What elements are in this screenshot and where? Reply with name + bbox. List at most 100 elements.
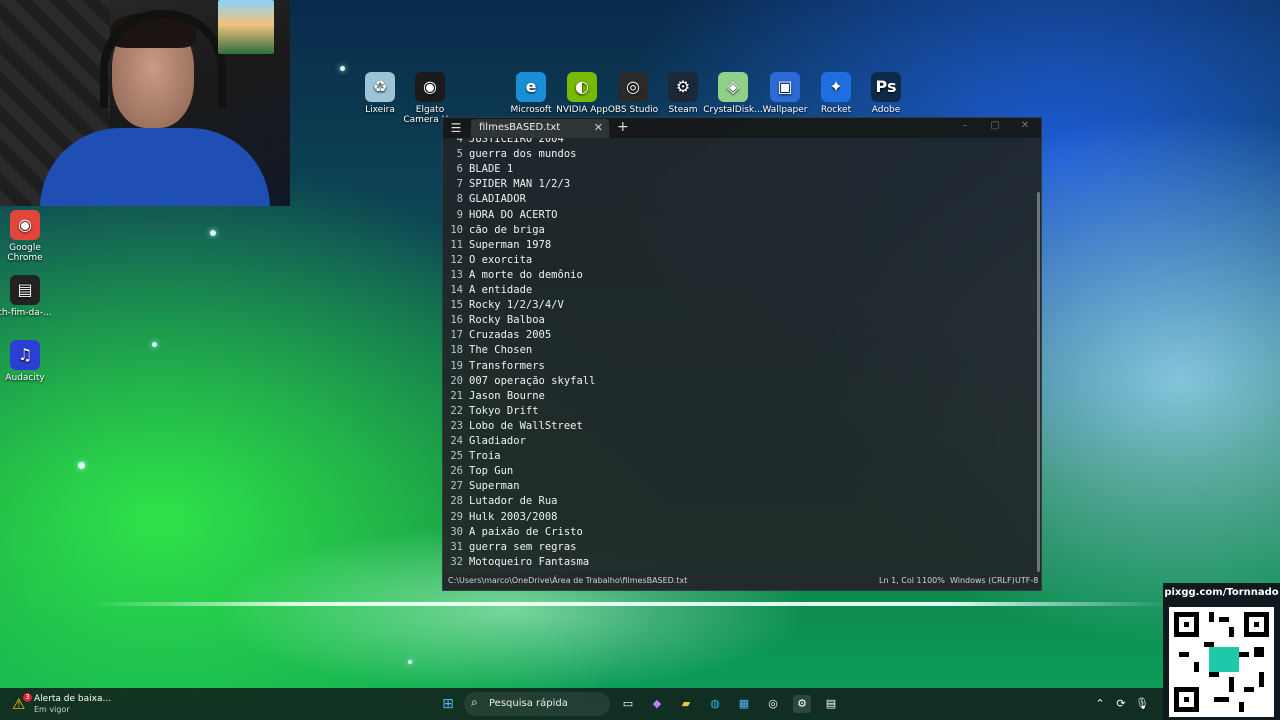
line-text: A morte do demônio [469, 268, 583, 281]
new-tab-button[interactable]: + [617, 119, 629, 135]
line-number: 20 [450, 374, 463, 387]
text-line[interactable]: 20 007 operação skyfall [443, 374, 1033, 389]
text-line[interactable]: 32 Motoqueiro Fantasma [443, 555, 1033, 570]
text-line[interactable]: 10 cão de briga [443, 223, 1033, 238]
file-thumbnail-icon: ▤ [10, 275, 40, 305]
text-line[interactable]: 4 JUSTICEIRO 2004 [443, 138, 1033, 147]
desktop-icon-chrome[interactable]: ◉ Google Chrome [0, 210, 55, 263]
menu-icon[interactable]: ☰ [449, 121, 463, 135]
text-line[interactable]: 22 Tokyo Drift [443, 404, 1033, 419]
text-line[interactable]: 19 Transformers [443, 359, 1033, 374]
line-text: guerra sem regras [469, 540, 577, 553]
minimize-icon[interactable]: – [955, 120, 975, 131]
text-line[interactable]: 6 BLADE 1 [443, 162, 1033, 177]
text-line[interactable]: 16 Rocky Balboa [443, 313, 1033, 328]
line-number: 21 [450, 389, 463, 402]
maximize-icon[interactable]: ▢ [985, 120, 1005, 131]
text-line[interactable]: 21 Jason Bourne [443, 389, 1033, 404]
text-line[interactable]: 8 GLADIADOR [443, 192, 1033, 207]
scrollbar[interactable] [1037, 192, 1040, 572]
text-line[interactable]: 14 A entidade [443, 283, 1033, 298]
line-text: Top Gun [469, 465, 514, 478]
weather-alert-widget[interactable]: ⚠ 3 Alerta de baixa... Em vigor [12, 693, 122, 717]
text-line[interactable]: 17 Cruzadas 2005 [443, 328, 1033, 343]
text-line[interactable]: 13 A morte do demônio [443, 268, 1033, 283]
text-line[interactable]: 7 SPIDER MAN 1/2/3 [443, 177, 1033, 192]
text-line[interactable]: 25 Troia [443, 449, 1033, 464]
obs-taskbar-icon[interactable]: ◎ [764, 695, 782, 713]
line-text: cão de briga [469, 223, 545, 236]
line-text: Lutador de Rua [469, 495, 558, 508]
line-number: 18 [450, 344, 463, 357]
line-text: Hulk 2003/2008 [469, 510, 558, 523]
desktop-icon-photoshop[interactable]: Ps Adobe [856, 72, 916, 115]
alert-title: Alerta de baixa... [34, 694, 112, 704]
notepad-taskbar-icon[interactable]: ▤ [822, 695, 840, 713]
text-line[interactable]: 24 Gladiador [443, 434, 1033, 449]
line-endings[interactable]: Windows (CRLF) [950, 572, 1015, 590]
file-explorer-icon[interactable]: ▰ [677, 695, 695, 713]
line-text: Tokyo Drift [469, 404, 539, 417]
line-text: Superman [469, 480, 520, 493]
text-line[interactable]: 27 Superman [443, 479, 1033, 494]
line-number: 8 [456, 193, 463, 206]
line-number: 7 [456, 178, 463, 191]
nvidia-icon: ◐ [567, 72, 597, 102]
line-number: 9 [456, 208, 463, 221]
qr-code-icon [1169, 607, 1274, 717]
donation-qr-panel: pixgg.com/Tornnado [1163, 583, 1280, 720]
task-view-icon[interactable]: ▭ [619, 695, 637, 713]
close-tab-icon[interactable]: ✕ [594, 121, 603, 134]
audacity-icon: ♫ [10, 340, 40, 370]
text-line[interactable]: 18 The Chosen [443, 343, 1033, 358]
sparkle-dot [408, 660, 412, 664]
line-text: Transformers [469, 359, 545, 372]
line-number: 31 [450, 540, 463, 553]
line-number: 30 [450, 525, 463, 538]
text-line[interactable]: 28 Lutador de Rua [443, 494, 1033, 509]
encoding[interactable]: UTF-8 [1015, 572, 1038, 590]
alert-badge: 3 [23, 693, 32, 702]
tray-sync-icon[interactable]: ⟳ [1112, 695, 1130, 713]
desktop-icon-file-thumbnail[interactable]: ▤ th-fim-da-... [0, 275, 55, 318]
store-icon[interactable]: ▦ [735, 695, 753, 713]
desktop-icon-label: Adobe [871, 105, 901, 115]
close-window-icon[interactable]: ✕ [1015, 120, 1035, 131]
qr-label: pixgg.com/Tornnado [1164, 587, 1279, 598]
line-text: A paixão de Cristo [469, 525, 583, 538]
line-number: 25 [450, 450, 463, 463]
desktop-icon-audacity[interactable]: ♫ Audacity [0, 340, 55, 383]
copilot-icon[interactable]: ◆ [648, 695, 666, 713]
text-editor[interactable]: 4 JUSTICEIRO 2004 5 guerra dos mundos 6 BLADE… [443, 138, 1041, 571]
steam-taskbar-icon[interactable]: ⚙ [793, 695, 811, 713]
desktop-icon-crystaldisk[interactable]: ◈ CrystalDisk... [703, 72, 763, 115]
line-text: guerra dos mundos [469, 148, 577, 161]
search-box[interactable]: ⌕ Pesquisa rápida [464, 692, 610, 716]
text-line[interactable]: 30 A paixão de Cristo [443, 525, 1033, 540]
text-line[interactable]: 15 Rocky 1/2/3/4/V [443, 298, 1033, 313]
wallpaper-icon: ▣ [770, 72, 800, 102]
text-line[interactable]: 26 Top Gun [443, 464, 1033, 479]
chrome-icon: ◉ [10, 210, 40, 240]
line-number: 6 [456, 163, 463, 176]
tray-chevron-icon[interactable]: ⌃ [1091, 695, 1109, 713]
recycle-bin-icon: ♻ [365, 72, 395, 102]
text-line[interactable]: 9 HORA DO ACERTO [443, 208, 1033, 223]
text-line[interactable]: 11 Superman 1978 [443, 238, 1033, 253]
text-line[interactable]: 29 Hulk 2003/2008 [443, 510, 1033, 525]
text-line[interactable]: 31 guerra sem regras [443, 540, 1033, 555]
line-number: 12 [450, 253, 463, 266]
cursor-position[interactable]: Ln 1, Col 1 [879, 572, 922, 590]
windows-start-icon[interactable]: ⊞ [439, 695, 457, 713]
text-line[interactable]: 12 O exorcita [443, 253, 1033, 268]
text-line[interactable]: 23 Lobo de WallStreet [443, 419, 1033, 434]
edge-taskbar-icon[interactable]: ◍ [706, 695, 724, 713]
line-number: 28 [450, 495, 463, 508]
line-number: 13 [450, 268, 463, 281]
zoom-level[interactable]: 100% [922, 572, 945, 590]
alert-subtitle: Em vigor [34, 705, 70, 714]
line-text: Lobo de WallStreet [469, 419, 583, 432]
tab-filmes-based[interactable]: filmesBASED.txt ✕ [471, 119, 609, 138]
text-line[interactable]: 5 guerra dos mundos [443, 147, 1033, 162]
microphone-icon[interactable]: 🎙 [1133, 695, 1151, 713]
